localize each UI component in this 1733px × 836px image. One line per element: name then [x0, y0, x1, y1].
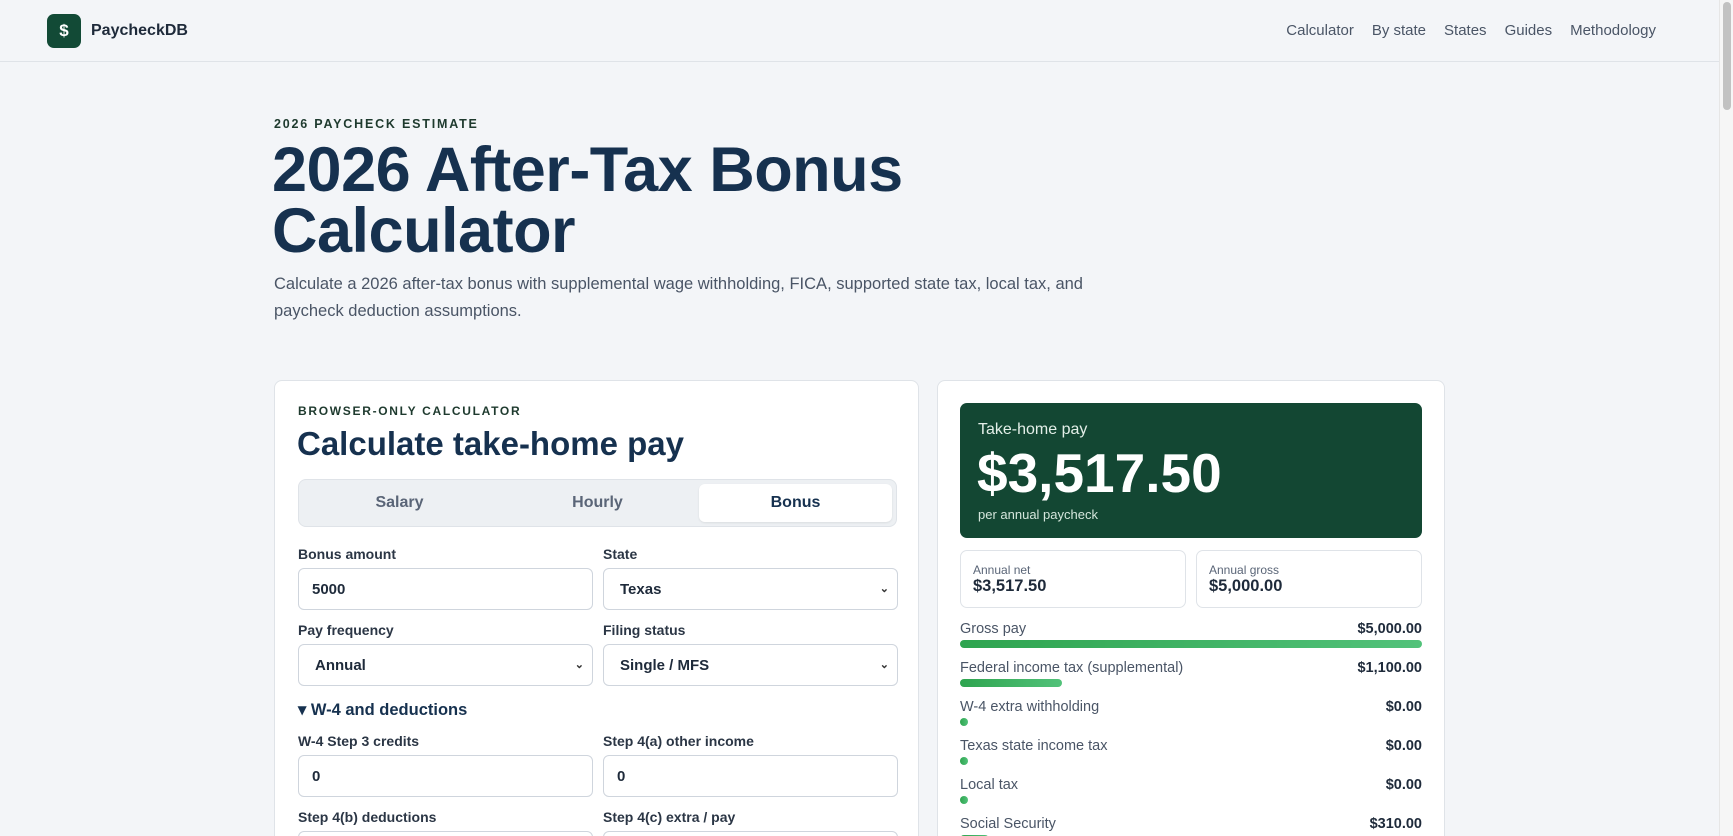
calculator-card: BROWSER-ONLY CALCULATOR Calculate take-h… [274, 380, 919, 836]
breakdown-row-label: W-4 extra withholding [960, 699, 1100, 715]
filing-status-label: Filing status [603, 622, 686, 638]
step4a-input[interactable]: 0 [603, 755, 898, 797]
breakdown-row-label: Texas state income tax [960, 738, 1108, 754]
breakdown-row-bar [960, 679, 1062, 687]
take-home-amount: $3,517.50 [977, 442, 1222, 504]
tab-hourly[interactable]: Hourly [501, 484, 694, 522]
breakdown-row-value: $1,100.00 [1357, 660, 1422, 676]
step4a-label: Step 4(a) other income [603, 733, 754, 749]
page-title: 2026 After-Tax Bonus Calculator [272, 135, 903, 266]
page-description: Calculate a 2026 after-tax bonus with su… [274, 275, 1083, 320]
annual-net-value: $3,517.50 [973, 577, 1047, 595]
tab-salary[interactable]: Salary [303, 484, 496, 522]
w4-step3-label: W-4 Step 3 credits [298, 733, 420, 749]
nav-link-calculator[interactable]: Calculator [1286, 22, 1354, 39]
bonus-amount-input[interactable]: 5000 [298, 568, 593, 610]
breakdown-row-bar [960, 757, 968, 765]
annual-gross-label: Annual gross [1209, 563, 1280, 577]
bonus-amount-label: Bonus amount [298, 546, 396, 562]
scrollbar-thumb[interactable] [1723, 2, 1731, 110]
breakdown-row-bar [960, 796, 968, 804]
breakdown-row-label: Social Security [960, 816, 1056, 832]
nav-link-methodology[interactable]: Methodology [1570, 22, 1656, 39]
step4a-value: 0 [617, 767, 626, 785]
nav-link-by-state[interactable]: By state [1372, 22, 1426, 39]
results-card: Take-home pay $3,517.50 per annual paych… [937, 380, 1445, 836]
take-home-panel: Take-home pay $3,517.50 per annual paych… [960, 403, 1422, 538]
pay-frequency-select[interactable]: Annual ⌄ [298, 644, 593, 686]
step4c-label: Step 4(c) extra / pay [603, 809, 736, 825]
brand-name[interactable]: PaycheckDB [91, 22, 188, 40]
annual-net-label: Annual net [973, 563, 1031, 577]
state-select[interactable]: Texas ⌄ [603, 568, 898, 610]
breakdown-row-label: Federal income tax (supplemental) [960, 660, 1184, 676]
page-scrollbar[interactable] [1719, 0, 1733, 836]
annual-net-box: Annual net $3,517.50 [960, 550, 1186, 608]
nav-link-states[interactable]: States [1444, 22, 1487, 39]
breakdown-row-value: $310.00 [1369, 816, 1422, 832]
breakdown-row-value: $0.00 [1385, 777, 1422, 793]
breakdown-row-value: $0.00 [1385, 699, 1422, 715]
annual-gross-box: Annual gross $5,000.00 [1196, 550, 1422, 608]
state-label: State [603, 546, 638, 562]
annual-gross-value: $5,000.00 [1209, 577, 1283, 595]
step4b-label: Step 4(b) deductions [298, 809, 437, 825]
breakdown-row-bar [960, 640, 1422, 648]
breakdown-row-bar [960, 718, 968, 726]
pay-frequency-value: Annual [315, 656, 366, 674]
breakdown-row-value: $5,000.00 [1357, 621, 1422, 637]
filing-status-value: Single / MFS [620, 656, 710, 674]
breakdown-row-label: Gross pay [960, 621, 1027, 637]
chevron-down-icon: ⌄ [879, 583, 889, 595]
top-navbar: $ PaycheckDB Calculator By state States … [0, 0, 1719, 62]
filing-status-select[interactable]: Single / MFS ⌄ [603, 644, 898, 686]
step4c-input[interactable] [603, 831, 898, 836]
step4b-input[interactable] [298, 831, 593, 836]
hero-eyebrow: 2026 PAYCHECK ESTIMATE [274, 117, 479, 131]
take-home-label: Take-home pay [978, 421, 1088, 438]
w4-deductions-toggle[interactable]: ▾ W-4 and deductions [298, 700, 467, 720]
take-home-subtitle: per annual paycheck [978, 507, 1098, 522]
logo-dollar-icon[interactable]: $ [47, 14, 81, 48]
breakdown-row-value: $0.00 [1385, 738, 1422, 754]
pay-mode-tabs: Salary Hourly Bonus [298, 479, 897, 527]
main-nav: Calculator By state States Guides Method… [1286, 22, 1656, 39]
chevron-down-icon: ⌄ [574, 659, 584, 671]
nav-link-guides[interactable]: Guides [1505, 22, 1553, 39]
chevron-down-icon: ⌄ [879, 659, 889, 671]
tab-bonus[interactable]: Bonus [699, 484, 892, 522]
w4-step3-value: 0 [312, 767, 321, 785]
bonus-amount-value: 5000 [312, 580, 346, 598]
breakdown-row-label: Local tax [960, 777, 1019, 793]
calculator-title: Calculate take-home pay [297, 425, 684, 462]
w4-step3-input[interactable]: 0 [298, 755, 593, 797]
state-select-value: Texas [620, 580, 662, 598]
calculator-eyebrow: BROWSER-ONLY CALCULATOR [298, 404, 522, 418]
pay-frequency-label: Pay frequency [298, 622, 394, 638]
